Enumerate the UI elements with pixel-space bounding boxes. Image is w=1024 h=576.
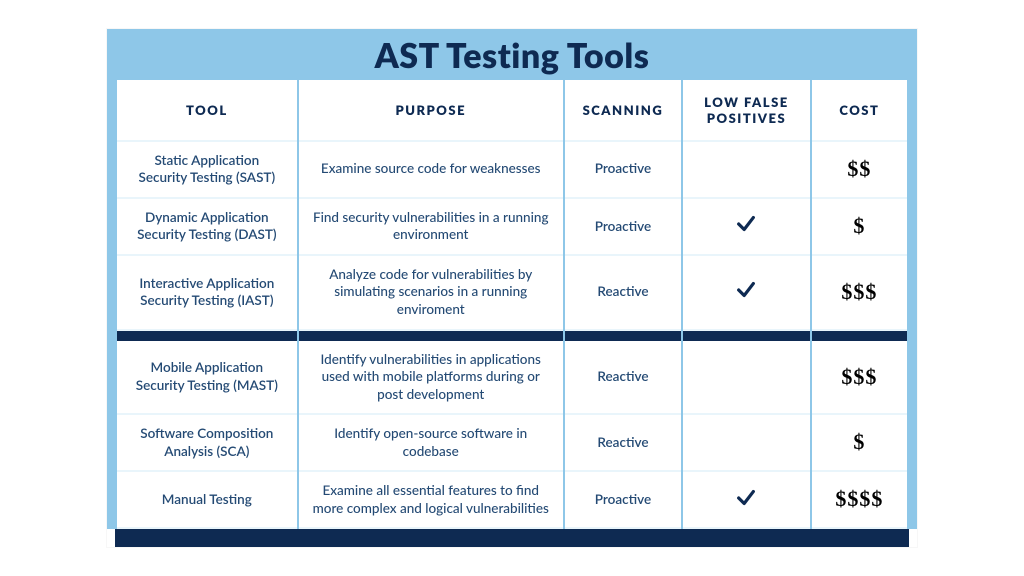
cell-scanning: Reactive (565, 331, 681, 416)
cell-cost: $ (812, 199, 907, 256)
cell-cost: $$$$ (812, 472, 907, 529)
cell-low-false-positives (683, 142, 810, 199)
col-header-cost: COST (812, 80, 907, 142)
ast-tools-table: TOOL PURPOSE SCANNING LOW FALSE POSITIVE… (115, 80, 909, 530)
check-icon (735, 487, 757, 509)
table-row: Manual TestingExamine all essential feat… (117, 472, 907, 529)
cell-scanning: Reactive (565, 256, 681, 331)
cell-low-false-positives (683, 472, 810, 529)
cell-low-false-positives (683, 415, 810, 472)
cell-scanning: Proactive (565, 472, 681, 529)
cell-low-false-positives (683, 331, 810, 416)
cell-purpose: Identify open-source software in codebas… (299, 415, 563, 472)
comparison-table-frame: AST Testing Tools TOOL PURPOSE SCANNING … (107, 29, 917, 548)
col-header-scanning: SCANNING (565, 80, 681, 142)
cell-tool: Mobile Application Security Testing (MAS… (117, 331, 297, 416)
col-header-low-false-positives: LOW FALSE POSITIVES (683, 80, 810, 142)
table-body: Static Application Security Testing (SAS… (117, 142, 907, 530)
title-bar: AST Testing Tools (107, 29, 917, 80)
cell-low-false-positives (683, 256, 810, 331)
table-row: Static Application Security Testing (SAS… (117, 142, 907, 199)
table-row: Mobile Application Security Testing (MAS… (117, 331, 907, 416)
cell-tool: Manual Testing (117, 472, 297, 529)
cell-cost: $$ (812, 142, 907, 199)
cell-scanning: Proactive (565, 199, 681, 256)
cell-purpose: Find security vulnerabilities in a runni… (299, 199, 563, 256)
cell-purpose: Examine all essential features to find m… (299, 472, 563, 529)
cell-cost: $$$ (812, 331, 907, 416)
table-row: Software Composition Analysis (SCA)Ident… (117, 415, 907, 472)
page-title: AST Testing Tools (107, 35, 917, 76)
check-icon (735, 279, 757, 301)
table-header-row: TOOL PURPOSE SCANNING LOW FALSE POSITIVE… (117, 80, 907, 142)
cell-tool: Dynamic Application Security Testing (DA… (117, 199, 297, 256)
cell-tool: Interactive Application Security Testing… (117, 256, 297, 331)
cell-purpose: Examine source code for weaknesses (299, 142, 563, 199)
footer-strip (115, 529, 909, 547)
cell-cost: $ (812, 415, 907, 472)
col-header-tool: TOOL (117, 80, 297, 142)
table-wrap: TOOL PURPOSE SCANNING LOW FALSE POSITIVE… (107, 80, 917, 530)
col-header-purpose: PURPOSE (299, 80, 563, 142)
cell-tool: Static Application Security Testing (SAS… (117, 142, 297, 199)
cell-cost: $$$ (812, 256, 907, 331)
table-row: Dynamic Application Security Testing (DA… (117, 199, 907, 256)
cell-scanning: Proactive (565, 142, 681, 199)
cell-low-false-positives (683, 199, 810, 256)
cell-purpose: Identify vulnerabilities in applications… (299, 331, 563, 416)
cell-purpose: Analyze code for vulnerabilities by simu… (299, 256, 563, 331)
cell-scanning: Reactive (565, 415, 681, 472)
cell-tool: Software Composition Analysis (SCA) (117, 415, 297, 472)
table-row: Interactive Application Security Testing… (117, 256, 907, 331)
check-icon (735, 213, 757, 235)
